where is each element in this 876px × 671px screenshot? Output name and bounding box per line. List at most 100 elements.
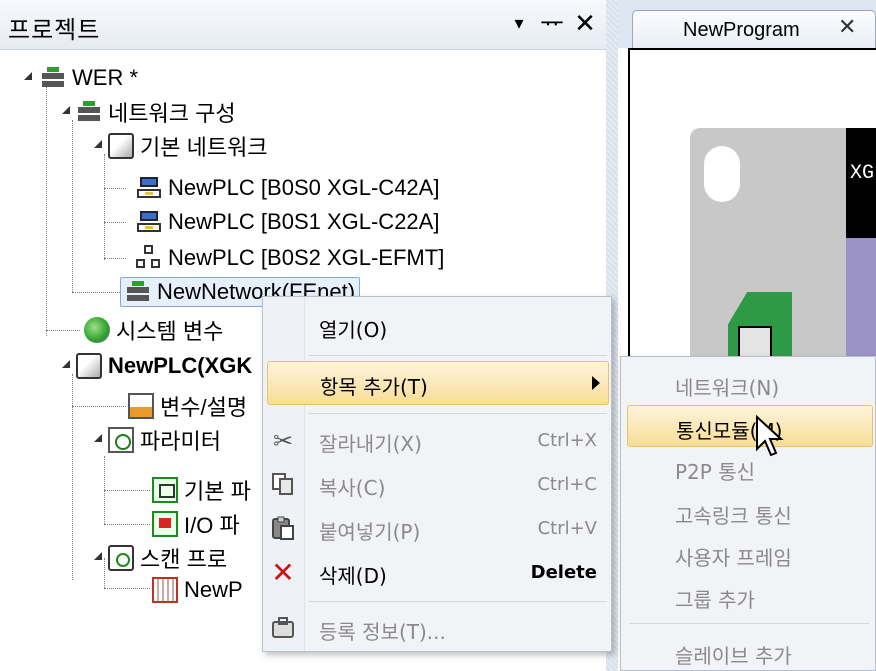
collapse-icon[interactable] [22,70,34,82]
basic-parameter-icon [152,477,178,503]
tree-item-new-program[interactable]: NewP [152,574,243,606]
menu-shortcut: Delete [530,562,597,583]
pin-icon[interactable]: ᅲ [537,8,567,40]
pane-header: 프로젝트 ▾ ᅲ ✕ [0,0,606,50]
tree-label: 기본 파 [184,479,251,504]
submenu-item-label: 사용자 프레임 [675,546,792,570]
collapse-icon[interactable] [60,104,72,116]
menu-item-label: 삭제(D) [319,564,387,588]
tree-item-system-vars[interactable]: 시스템 변수 [84,314,223,346]
tree-label: 파라미터 [140,429,221,454]
tree-item-plc-b0s0[interactable]: NewPLC [B0S0 XGL-C42A] [136,172,439,204]
menu-separator [309,601,607,602]
ethernet-module-icon [136,245,162,271]
menu-item-cut[interactable]: ✂ 잘라내기(X) Ctrl+X [263,419,611,463]
tree-label: NewPLC [B0S2 XGL-EFMT] [168,245,445,270]
tab-strip: NewProgram ✕ [618,0,876,48]
submenu-item-label: 그룹 추가 [675,588,755,612]
io-parameter-icon [152,511,178,537]
pane-title: 프로젝트 [8,16,101,44]
menu-item-copy[interactable]: 복사(C) Ctrl+C [263,463,611,507]
menu-item-properties[interactable]: 등록 정보(T)... [263,607,611,651]
mouse-pointer-icon [756,415,784,457]
tree-item-scan-program[interactable]: 스캔 프로 [92,542,227,574]
menu-item-label: 항목 추가(T) [320,375,428,399]
context-menu: 열기(O) 항목 추가(T) ✂ 잘라내기(X) Ctrl+X 복사(C) Ct… [262,296,612,652]
tree-label: 스캔 프로 [140,547,228,572]
submenu-item-highspeed-link[interactable]: 고속링크 통신 [621,491,875,533]
tree-item-var-comments[interactable]: 변수/설명 [128,390,247,422]
variable-comment-icon [128,393,154,419]
submenu-item-label: 슬레이브 추가 [675,644,792,668]
menu-item-paste[interactable]: 붙여넣기(P) Ctrl+V [263,507,611,551]
properties-icon [269,615,297,643]
tab-label: NewProgram [683,19,800,41]
tree-label: 변수/설명 [160,395,248,420]
tree-label: NewPLC [B0S0 XGL-C42A] [168,175,440,200]
menu-shortcut: Ctrl+X [537,430,597,451]
parameter-icon [108,427,134,453]
tree-item-basic-network[interactable]: 기본 네트워크 [92,130,268,162]
menu-separator [309,355,607,356]
system-variable-icon [84,317,110,343]
tab-close-icon[interactable]: ✕ [838,15,856,40]
tree-item-project[interactable]: WER * [22,62,138,94]
tree-item-io-param[interactable]: I/O 파 [152,508,240,540]
menu-item-delete[interactable]: ✕ 삭제(D) Delete [263,551,611,595]
collapse-icon[interactable] [92,138,104,150]
submenu-item-comm-module[interactable]: 통신모듈(M) [627,405,873,447]
tree-label: NewPLC(XGK [108,353,253,378]
submenu-item-p2p[interactable]: P2P 통신 [621,447,875,489]
network-cube-icon [108,133,134,159]
plc-cube-icon [76,353,102,379]
scissors-icon: ✂ [272,427,294,455]
copy-icon [269,471,297,499]
collapse-icon[interactable] [92,550,104,562]
network-config-icon [76,99,102,125]
submenu-item-label: 네트워크(N) [675,376,780,400]
scan-program-icon [108,545,134,571]
menu-shortcut: Ctrl+V [537,518,597,539]
menu-item-label: 열기(O) [319,318,388,342]
submenu-item-add-group[interactable]: 그룹 추가 [621,575,875,617]
tree-item-basic-param[interactable]: 기본 파 [152,474,251,506]
tree-item-plc-b0s2[interactable]: NewPLC [B0S2 XGL-EFMT] [136,242,444,274]
tree-label: WER * [72,65,138,90]
menu-separator [309,413,607,414]
add-item-submenu: 네트워크(N) 통신모듈(M) P2P 통신 고속링크 통신 사용자 프레임 그… [620,356,876,671]
menu-item-label: 등록 정보(T)... [319,620,446,644]
tree-label: NewPLC [B0S1 XGL-C22A] [168,209,440,234]
menu-item-open[interactable]: 열기(O) [263,305,611,349]
tree-item-parameters[interactable]: 파라미터 [92,424,221,456]
tree-label: 네트워크 구성 [108,101,236,126]
submenu-item-user-frame[interactable]: 사용자 프레임 [621,533,875,575]
menu-shortcut: Ctrl+C [537,474,597,495]
tree-item-plc-main[interactable]: NewPLC(XGK [60,350,252,382]
submenu-item-label: P2P 통신 [675,460,756,484]
tree-item-network-config[interactable]: 네트워크 구성 [60,96,236,128]
tree-item-plc-b0s1[interactable]: NewPLC [B0S1 XGL-C22A] [136,206,439,238]
submenu-item-add-slave[interactable]: 슬레이브 추가 [621,631,875,671]
tab-newprogram[interactable]: NewProgram ✕ [632,10,876,48]
network-icon [125,279,151,305]
plc-model-text: XG [850,162,875,185]
submenu-item-network[interactable]: 네트워크(N) [621,363,875,405]
paste-icon [269,515,297,543]
menu-item-add-item[interactable]: 항목 추가(T) [267,361,609,405]
collapse-icon[interactable] [92,432,104,444]
plc-slot [704,146,740,202]
submenu-item-label: 고속링크 통신 [675,504,792,528]
collapse-icon[interactable] [60,358,72,370]
project-icon [40,65,66,91]
delete-icon: ✕ [271,556,295,589]
tree-label: 시스템 변수 [116,319,224,344]
submenu-arrow-icon [592,376,600,390]
plc-module-icon [136,175,162,201]
menu-item-label: 복사(C) [319,476,386,500]
plc-module-icon [136,209,162,235]
tree-label: NewP [184,577,243,602]
dropdown-icon[interactable]: ▾ [504,8,534,40]
close-icon[interactable]: ✕ [570,8,600,40]
menu-item-label: 붙여넣기(P) [319,520,421,544]
plc-label-panel: XG [846,128,876,238]
